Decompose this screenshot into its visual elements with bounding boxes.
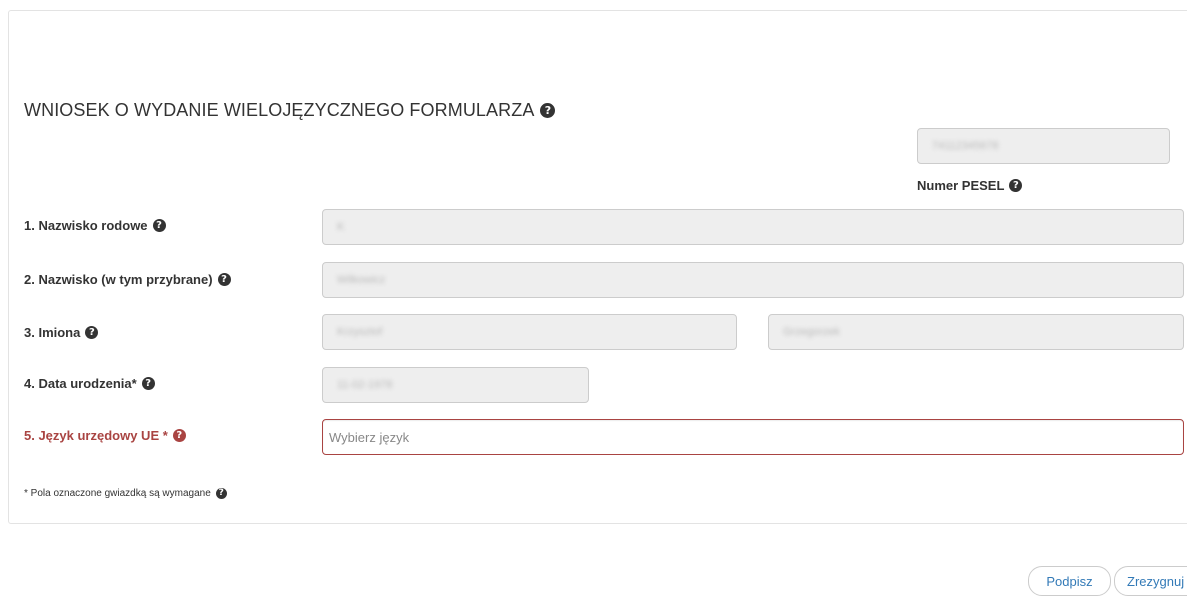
birth-date-field: 11-02-1978 — [322, 367, 589, 403]
help-icon[interactable]: ? — [540, 103, 556, 118]
cancel-button[interactable]: Zrezygnuj — [1114, 566, 1187, 596]
form-title: WNIOSEK O WYDANIE WIELOJĘZYCZNEGO FORMUL… — [24, 100, 556, 121]
birth-date-label: 4. Data urodzenia* ? — [24, 376, 155, 391]
language-select-placeholder: Wybierz język — [329, 429, 410, 445]
maiden-name-label: 1. Nazwisko rodowe ? — [24, 218, 166, 233]
required-fields-note: * Pola oznaczone gwiazdką są wymagane ? — [24, 488, 227, 499]
maiden-name-label-text: 1. Nazwisko rodowe — [24, 218, 148, 233]
first-names-label: 3. Imiona ? — [24, 325, 99, 340]
language-label: 5. Język urzędowy UE * ? — [24, 428, 186, 443]
help-icon[interactable]: ? — [1009, 179, 1023, 192]
sign-button[interactable]: Podpisz — [1028, 566, 1111, 596]
second-name-field: Grzegorzek — [768, 314, 1184, 350]
help-icon[interactable]: ? — [141, 377, 155, 390]
pesel-value: 74112345678 — [932, 140, 999, 152]
language-label-text: 5. Język urzędowy UE * — [24, 428, 168, 443]
birth-date-value: 11-02-1978 — [337, 379, 393, 391]
surname-field: Wilkowicz — [322, 262, 1184, 298]
language-select[interactable]: Wybierz język — [322, 419, 1184, 455]
birth-date-label-text: 4. Data urodzenia* — [24, 376, 137, 391]
help-icon[interactable]: ? — [152, 219, 166, 232]
pesel-field: 74112345678 — [917, 128, 1170, 164]
help-icon[interactable]: ? — [217, 273, 231, 286]
first-names-label-text: 3. Imiona — [24, 325, 81, 340]
maiden-name-field: K — [322, 209, 1184, 245]
surname-label-text: 2. Nazwisko (w tym przybrane) — [24, 272, 213, 287]
help-icon[interactable]: ? — [215, 488, 227, 499]
required-fields-note-text: * Pola oznaczone gwiazdką są wymagane — [24, 488, 211, 499]
maiden-name-value: K — [337, 221, 345, 233]
first-name-field: Krzysztof — [322, 314, 737, 350]
second-name-value: Grzegorzek — [783, 326, 840, 338]
surname-label: 2. Nazwisko (w tym przybrane) ? — [24, 272, 231, 287]
pesel-label: Numer PESEL ? — [917, 178, 1023, 193]
help-icon[interactable]: ? — [172, 429, 186, 442]
surname-value: Wilkowicz — [337, 274, 386, 286]
pesel-label-text: Numer PESEL — [917, 178, 1005, 193]
first-name-value: Krzysztof — [337, 326, 383, 338]
help-icon[interactable]: ? — [85, 326, 99, 339]
form-title-text: WNIOSEK O WYDANIE WIELOJĘZYCZNEGO FORMUL… — [24, 100, 535, 120]
